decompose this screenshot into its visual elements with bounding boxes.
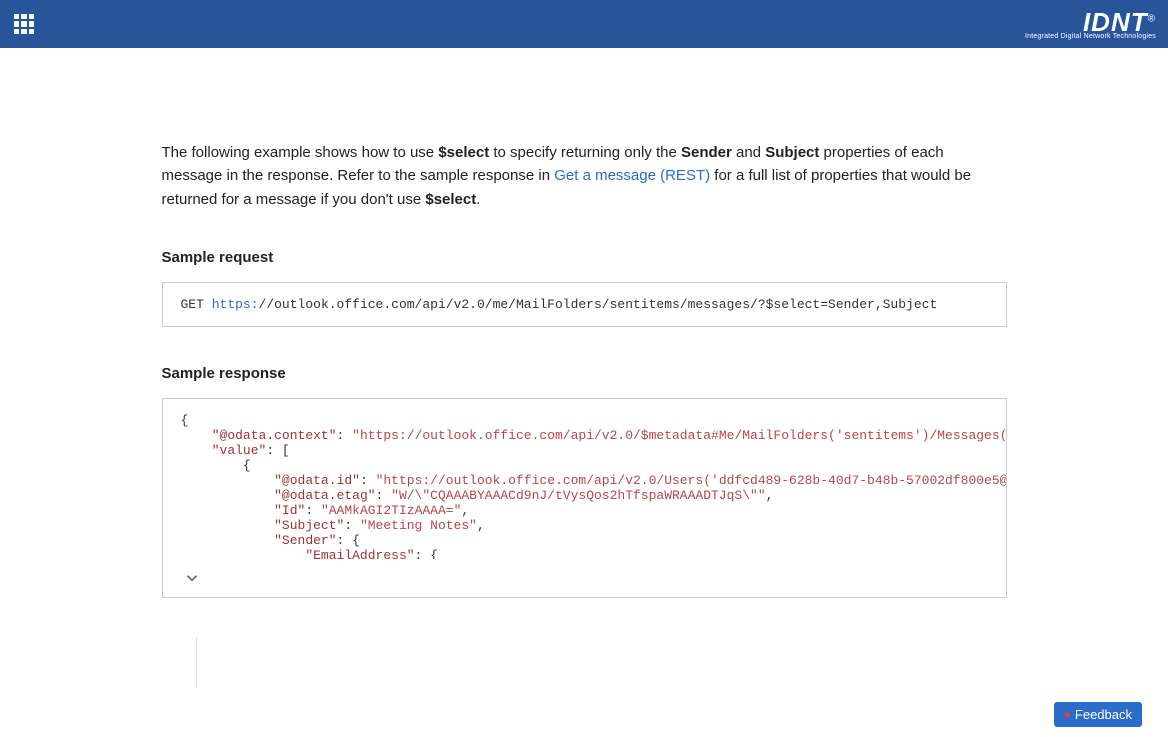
brand-reg: ® [1148, 13, 1156, 24]
top-bar: IDNT® Integrated Digital Network Technol… [0, 0, 1168, 48]
heart-icon: ♥ [1064, 708, 1071, 722]
sample-response-heading: Sample response [162, 365, 1007, 382]
request-code-block: GET https://outlook.office.com/api/v2.0/… [162, 282, 1007, 327]
sample-request-heading: Sample request [162, 249, 1007, 266]
app-launcher-icon[interactable] [14, 14, 34, 34]
feedback-button[interactable]: ♥ Feedback [1054, 702, 1142, 727]
url-scheme: https: [212, 297, 259, 312]
get-message-link[interactable]: Get a message (REST) [554, 167, 710, 184]
url-path: //outlook.office.com/api/v2.0/me/MailFol… [259, 297, 938, 312]
chevron-down-icon [183, 569, 201, 587]
brand-tagline: Integrated Digital Network Technologies [1025, 33, 1156, 40]
feedback-label: Feedback [1075, 707, 1132, 722]
intro-paragraph: The following example shows how to use $… [162, 141, 1007, 211]
brand-logo: IDNT® Integrated Digital Network Technol… [1025, 9, 1156, 40]
footer-divider [196, 638, 1168, 688]
response-code-block: { "@odata.context": "https://outlook.off… [162, 398, 1007, 598]
main-content: The following example shows how to use $… [162, 48, 1007, 598]
http-method: GET [181, 297, 204, 312]
expand-code-button[interactable] [163, 559, 1006, 597]
